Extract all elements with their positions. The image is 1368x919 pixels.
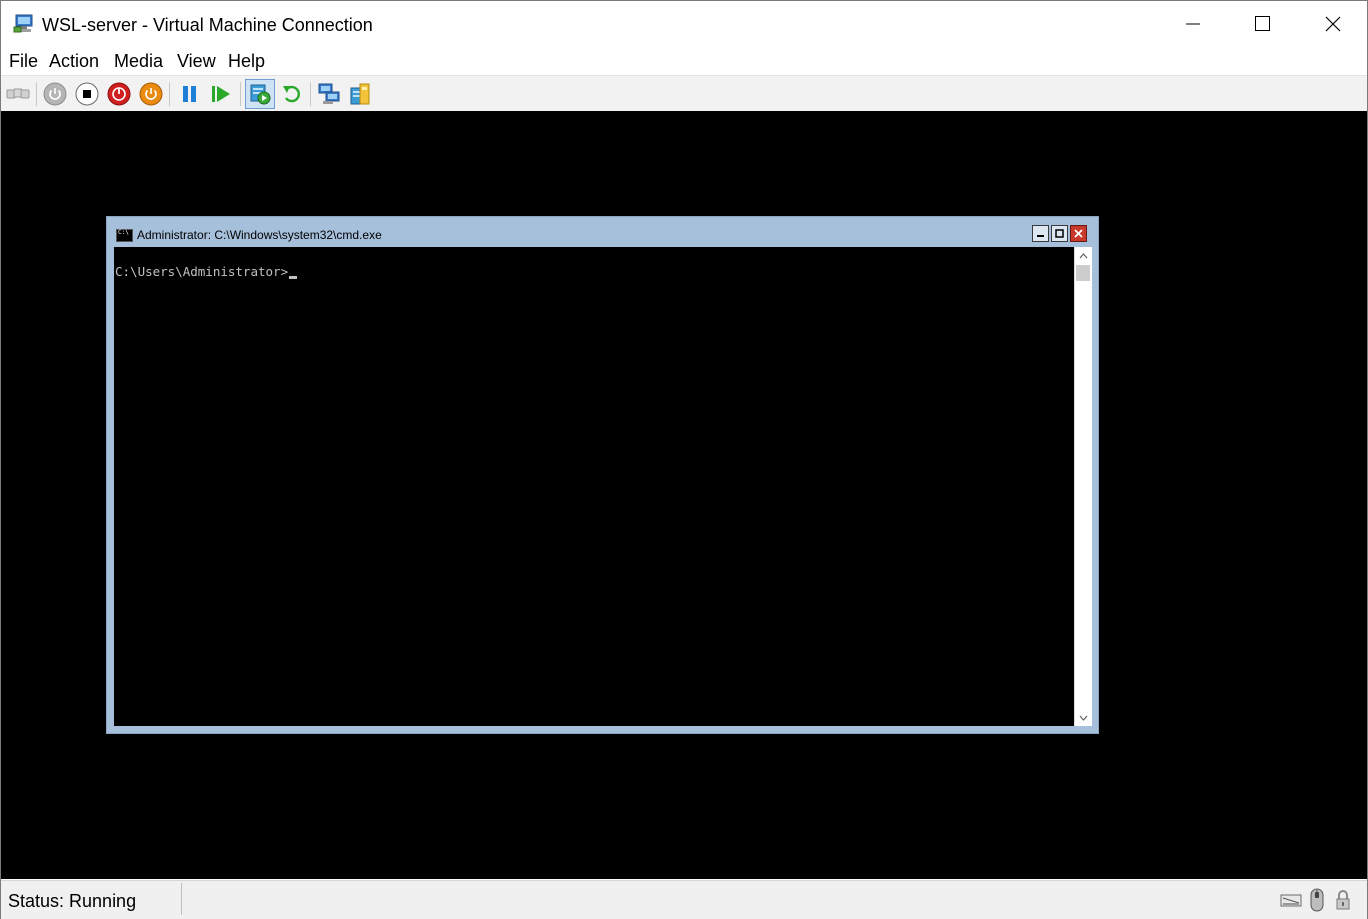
cmd-close-button[interactable]	[1070, 225, 1087, 242]
close-icon	[1074, 229, 1083, 238]
chevron-down-icon	[1079, 715, 1088, 721]
toolbar	[1, 75, 1367, 112]
ctrl-alt-del-icon	[6, 88, 30, 99]
status-bar: Status: Running	[1, 880, 1367, 919]
cmd-prompt-line: C:\Users\Administrator>	[115, 264, 298, 279]
cmd-window-title: Administrator: C:\Windows\system32\cmd.e…	[137, 228, 382, 242]
chevron-up-icon	[1079, 252, 1088, 258]
cmd-maximize-button[interactable]	[1051, 225, 1068, 242]
scroll-up-button[interactable]	[1075, 247, 1092, 264]
status-text: Status: Running	[8, 891, 137, 911]
minimize-icon	[1037, 235, 1044, 237]
save-button[interactable]	[138, 81, 164, 107]
turn-off-button[interactable]	[74, 81, 100, 107]
scroll-down-button[interactable]	[1075, 709, 1092, 726]
vm-connection-icon	[13, 14, 33, 33]
close-button[interactable]	[1298, 1, 1368, 47]
power-start-icon	[43, 82, 67, 106]
stop-icon	[75, 82, 99, 106]
checkpoint-icon	[250, 84, 271, 105]
menu-media[interactable]: Media	[114, 51, 163, 72]
toolbar-separator	[36, 82, 37, 106]
menu-bar: File Action Media View Help	[1, 48, 1367, 74]
toolbar-separator	[310, 82, 311, 106]
reset-play-icon	[212, 86, 230, 102]
status-divider	[181, 883, 182, 915]
cmd-vertical-scrollbar[interactable]	[1074, 247, 1092, 726]
revert-icon	[283, 85, 300, 103]
text-cursor	[289, 276, 298, 279]
mouse-icon	[1309, 887, 1325, 913]
window-title: WSL-server - Virtual Machine Connection	[42, 15, 373, 35]
enhanced-session-button[interactable]	[316, 81, 342, 107]
title-bar[interactable]: WSL-server - Virtual Machine Connection	[1, 1, 1367, 47]
vm-display[interactable]: Administrator: C:\Windows\system32\cmd.e…	[1, 111, 1367, 879]
revert-button[interactable]	[279, 81, 305, 107]
share-button[interactable]	[347, 81, 373, 107]
keyboard-icon	[1280, 887, 1302, 913]
maximize-icon	[1055, 229, 1064, 238]
minimize-icon	[1186, 23, 1200, 25]
toolbar-separator	[169, 82, 170, 106]
toolbar-separator	[240, 82, 241, 106]
checkpoint-button[interactable]	[245, 79, 275, 109]
cmd-prompt: C:\Users\Administrator>	[115, 264, 289, 279]
reset-button[interactable]	[208, 81, 234, 107]
cmd-icon	[116, 229, 133, 242]
share-icon	[350, 83, 370, 105]
menu-view[interactable]: View	[177, 51, 216, 72]
cmd-console[interactable]: C:\Users\Administrator>	[114, 247, 1074, 726]
cmd-minimize-button[interactable]	[1032, 225, 1049, 242]
maximize-icon	[1255, 16, 1270, 31]
shut-down-button[interactable]	[106, 81, 132, 107]
close-icon	[1325, 16, 1341, 32]
maximize-button[interactable]	[1228, 1, 1298, 47]
scroll-thumb[interactable]	[1076, 265, 1090, 281]
cmd-window[interactable]: Administrator: C:\Windows\system32\cmd.e…	[106, 216, 1099, 734]
menu-file[interactable]: File	[9, 51, 38, 72]
minimize-button[interactable]	[1158, 1, 1228, 47]
ctrl-alt-del-button[interactable]	[5, 81, 31, 107]
shutdown-icon	[107, 82, 131, 106]
enhanced-session-icon	[318, 83, 340, 104]
menu-action[interactable]: Action	[49, 51, 99, 72]
menu-help[interactable]: Help	[228, 51, 265, 72]
pause-icon	[183, 86, 196, 102]
save-state-icon	[139, 82, 163, 106]
vm-connection-window: WSL-server - Virtual Machine Connection …	[0, 0, 1368, 919]
lock-icon	[1334, 887, 1352, 913]
start-button[interactable]	[42, 81, 68, 107]
pause-button[interactable]	[176, 81, 202, 107]
